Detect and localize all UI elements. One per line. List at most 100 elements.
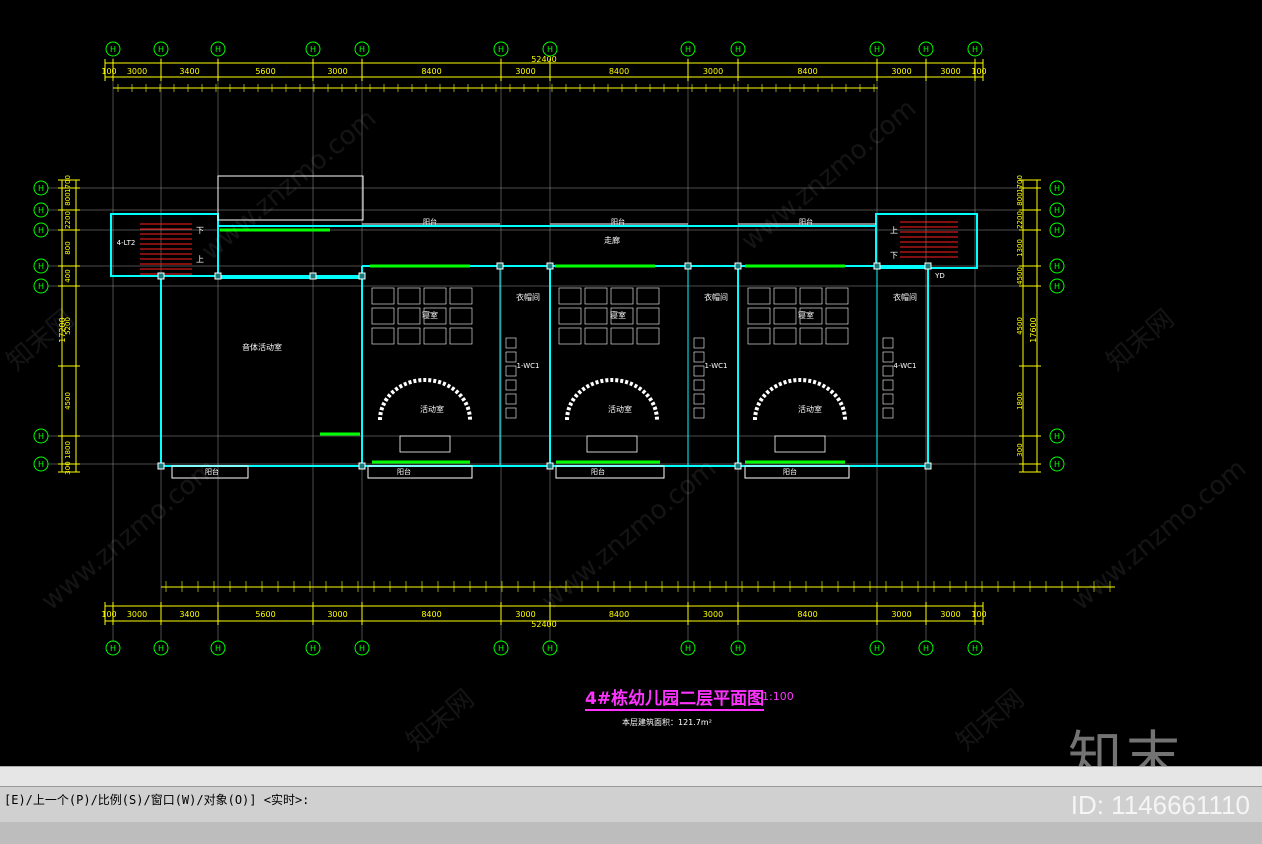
dimension-text: 3000 [127, 610, 147, 619]
axis-label: H [1054, 282, 1060, 291]
axis-label: H [38, 206, 44, 215]
axis-label: H [38, 262, 44, 271]
column [684, 262, 692, 270]
axis-label: H [874, 644, 880, 653]
axis-label: H [359, 644, 365, 653]
command-prompt: [E)/上一个(P)/比例(S)/窗口(W)/对象(O)] <实时>: [4, 793, 310, 807]
bed [636, 287, 660, 305]
room-label-toilet: 1-WC1 [705, 362, 728, 370]
axis-label: H [972, 45, 978, 54]
dimension-text: 5600 [255, 67, 275, 76]
bed [799, 327, 823, 345]
bed [610, 327, 634, 345]
bed [397, 287, 421, 305]
command-history-bar [0, 766, 1262, 787]
axis-label: H [735, 45, 741, 54]
room-label-balcony: 阳台 [397, 467, 411, 476]
room-label-balcony: 阳台 [783, 467, 797, 476]
dimension-text: 300 [64, 461, 72, 474]
dimension-text: 800 [64, 241, 72, 254]
dimension-text: 8400 [609, 610, 629, 619]
bed [773, 327, 797, 345]
room-label-activity: 活动室 [420, 404, 444, 414]
bed [747, 287, 771, 305]
dimension-text: 100 [971, 610, 986, 619]
toilet-fixture [693, 365, 705, 377]
room-label-bedroom: 寝室 [798, 310, 814, 320]
room-label-activity: 活动室 [608, 404, 632, 414]
axis-label: H [1054, 262, 1060, 271]
stair-label: 上 [196, 255, 204, 264]
toilet-fixture [693, 393, 705, 405]
status-bar [0, 822, 1262, 844]
room-label-toilet: 4-WC1 [894, 362, 917, 370]
column [358, 272, 366, 280]
dimension-text: 1700 [64, 175, 72, 193]
dimension-text: 8400 [797, 610, 817, 619]
dimension-text: 800 [64, 192, 72, 205]
dimension-text: 4500 [1016, 267, 1024, 285]
drawing-title: 4#栋幼儿园二层平面图 [585, 684, 765, 711]
cad-canvas[interactable]: H H H H H H H H H H H H H H H H H H H H H H H H H H H H H H H H H H H H H H 10… [0, 0, 1262, 766]
axis-label: H [735, 644, 741, 653]
bed [773, 287, 797, 305]
bed [636, 307, 660, 325]
dimension-text: 100 [971, 67, 986, 76]
axis-label: H [215, 45, 221, 54]
bed [371, 307, 395, 325]
column [496, 262, 504, 270]
column [157, 272, 165, 280]
dimension-text: 8400 [797, 67, 817, 76]
dimension-text: 3000 [940, 610, 960, 619]
stair-label: 下 [196, 226, 204, 235]
dimension-text: 2200 [64, 211, 72, 229]
drawing-scale: 1:100 [762, 690, 794, 703]
column [309, 272, 317, 280]
dimension-text: 3400 [179, 67, 199, 76]
music-room-walls [160, 275, 363, 467]
table [399, 435, 451, 453]
axis-label: H [923, 644, 929, 653]
dimension-text: 8400 [609, 67, 629, 76]
axis-label: H [110, 644, 116, 653]
balcony-outline [367, 465, 473, 479]
bed [747, 307, 771, 325]
column [358, 462, 366, 470]
toilet-fixture [505, 379, 517, 391]
axis-label: H [359, 45, 365, 54]
image-id: ID: 1146661110 [1070, 790, 1250, 820]
room-label-corridor: 走廊 [604, 235, 620, 245]
room-label-balcony: 阳台 [611, 217, 625, 226]
axis-label: H [1054, 226, 1060, 235]
bed [825, 327, 849, 345]
dimension-text: 3000 [703, 67, 723, 76]
axis-label: H [1054, 206, 1060, 215]
stair-label: 下 [890, 251, 898, 260]
toilet-fixture [882, 337, 894, 349]
dimension-text: 5600 [255, 610, 275, 619]
dimension-text: 3400 [179, 610, 199, 619]
room-label-music-room: 音体活动室 [242, 342, 282, 352]
column [157, 462, 165, 470]
bed [449, 327, 473, 345]
room-label-stair: 4-LT2 [117, 239, 136, 247]
dimension-text: 1800 [1016, 392, 1024, 410]
column [873, 262, 881, 270]
column [924, 262, 932, 270]
bed [636, 327, 660, 345]
dimension-text: 3000 [127, 67, 147, 76]
dimension-text: 800 [1016, 192, 1024, 205]
arc-seating [378, 378, 472, 421]
room-label-toilet: 1-WC1 [517, 362, 540, 370]
bed [371, 287, 395, 305]
toilet-fixture [505, 365, 517, 377]
room-label-bedroom: 寝室 [610, 310, 626, 320]
axis-label: H [38, 184, 44, 193]
dimension-text: 3000 [891, 67, 911, 76]
toilet-fixture [693, 351, 705, 363]
floor-plan: H H H H H H H H H H H H H H H H H H H H H H H H H H H H H H H H H H H H H H 10… [33, 41, 1115, 656]
dimension-text: 3000 [515, 610, 535, 619]
axis-label: H [685, 644, 691, 653]
axis-label: H [38, 226, 44, 235]
toilet-fixture [693, 337, 705, 349]
